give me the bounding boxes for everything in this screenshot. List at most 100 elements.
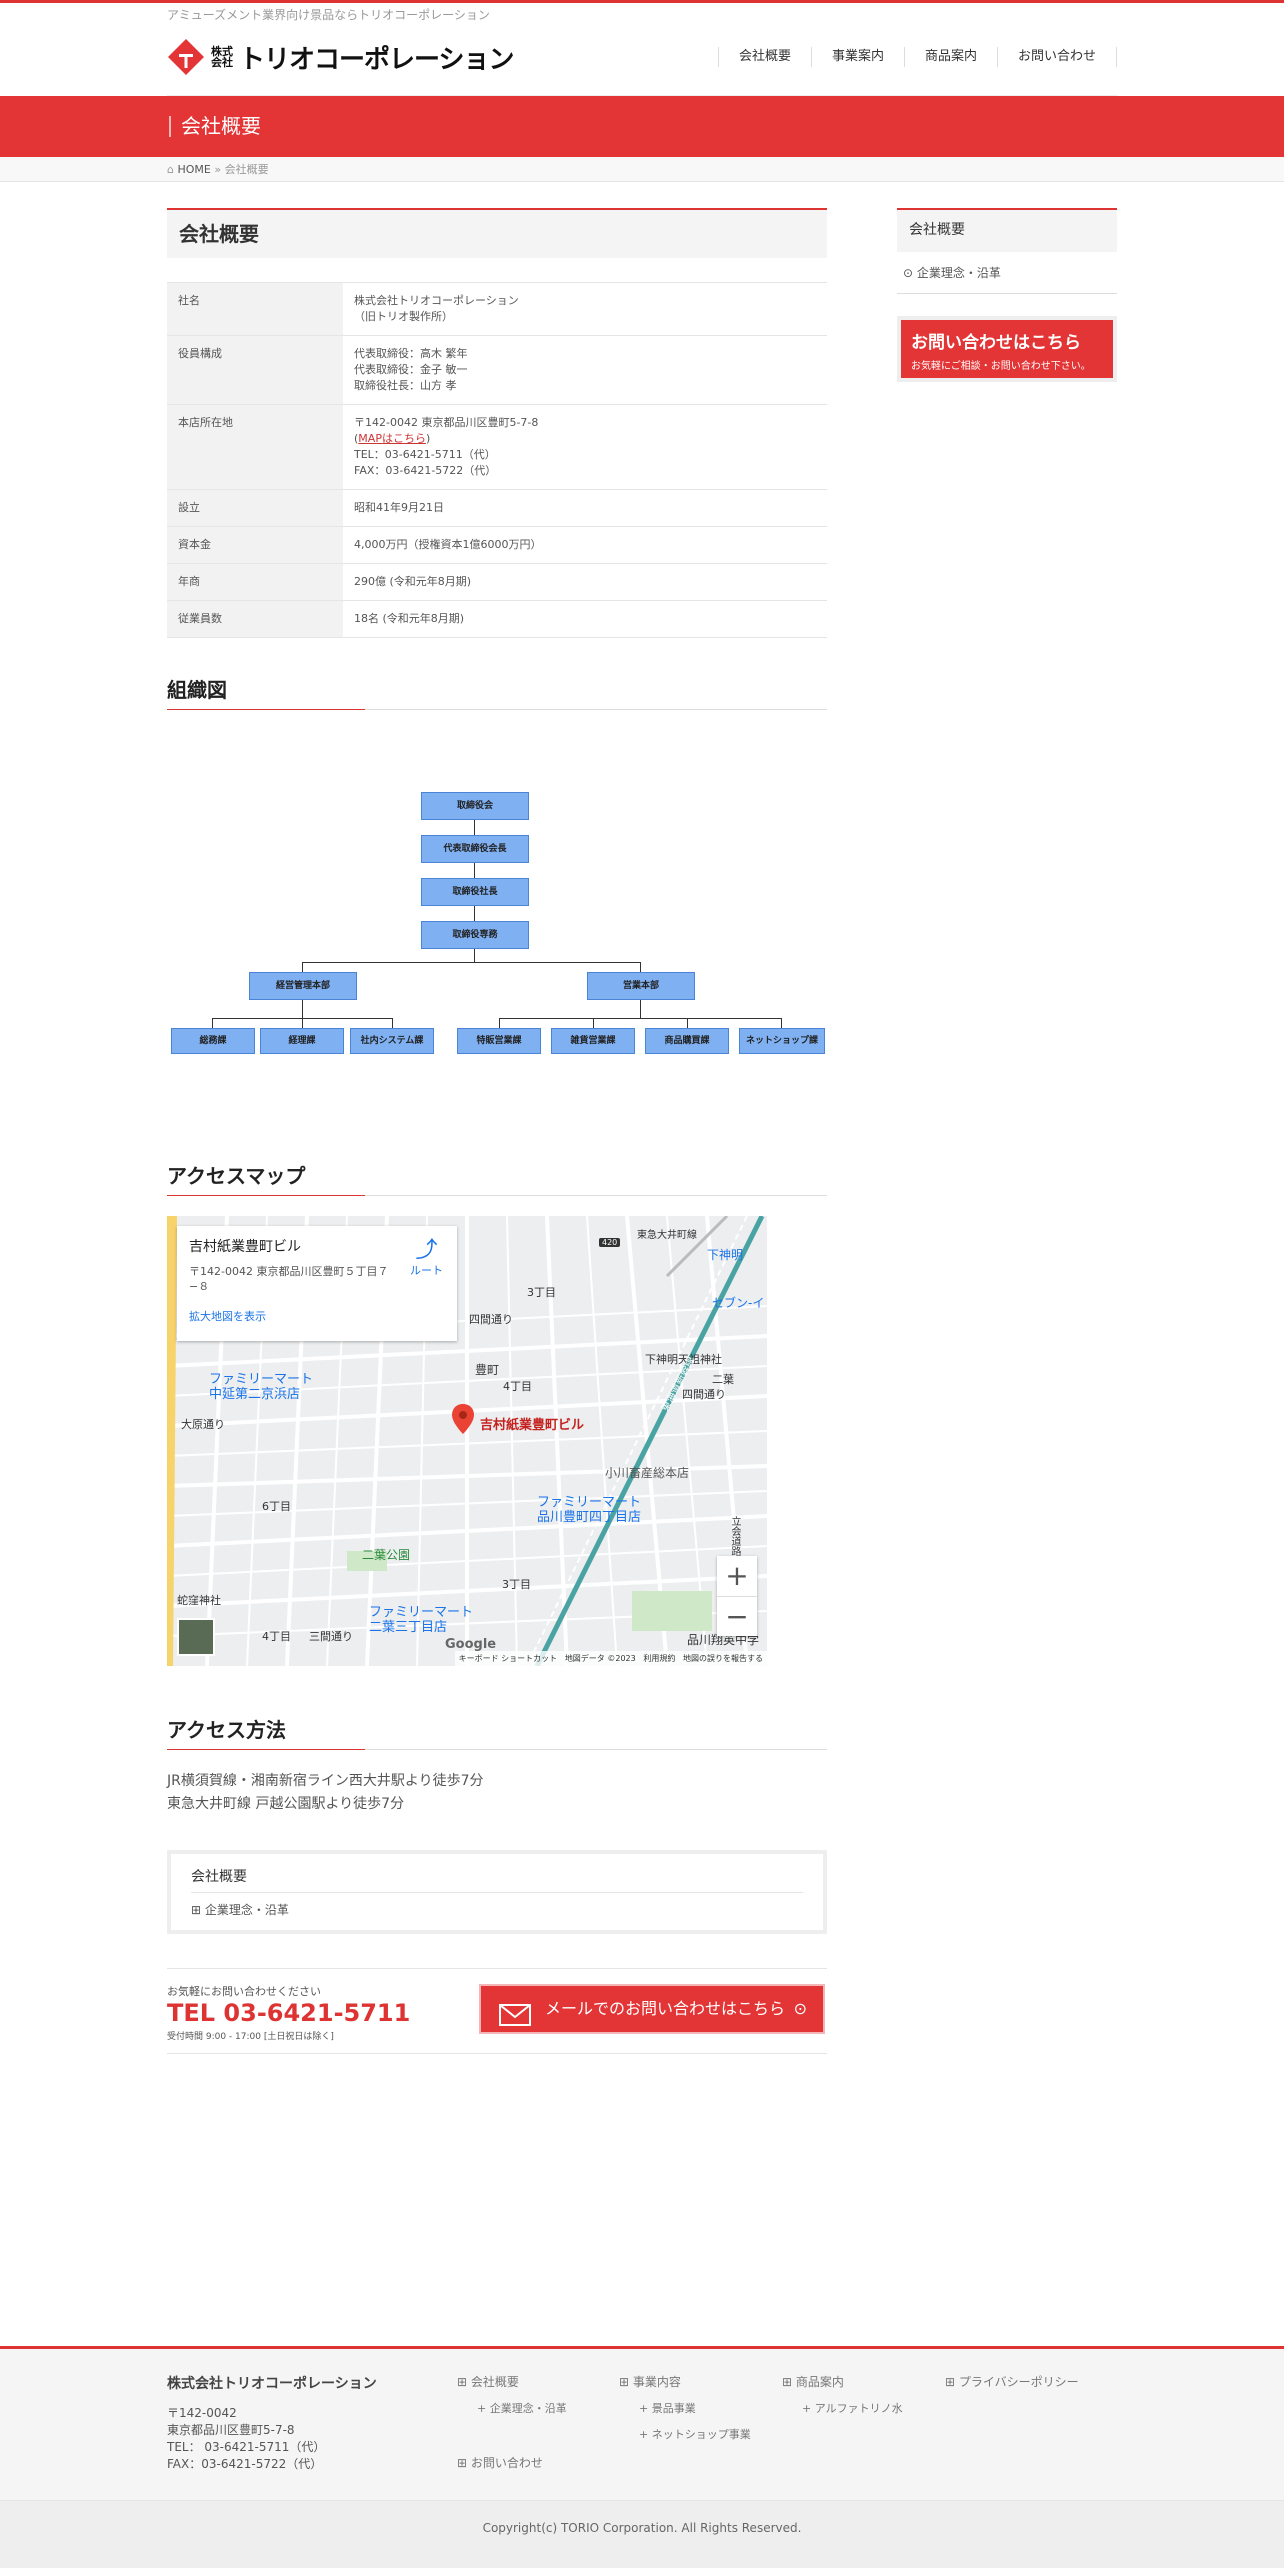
footer-link[interactable]: ⊞ 事業内容 bbox=[619, 2373, 751, 2390]
logo-text: トリオコーポレーション bbox=[239, 44, 514, 75]
table-row: 本店所在地 〒142-0042 東京都品川区豊町5-7-8 (MAPはこちら) TEL… bbox=[167, 404, 827, 490]
mail-contact-button[interactable]: メールでのお問い合わせはこちら ⊙ bbox=[479, 1984, 825, 2034]
map-label: 品川豊町四丁目店 bbox=[537, 1510, 642, 1525]
map-label: 3丁目 bbox=[502, 1578, 531, 1591]
access-map-heading: アクセスマップ bbox=[167, 1160, 827, 1196]
site-logo[interactable]: 株式 会社 トリオコーポレーション bbox=[167, 38, 514, 76]
square-plus-icon: ⊞ bbox=[191, 1903, 202, 1917]
org-president: 取締役社長 bbox=[421, 878, 529, 906]
gnav-contact[interactable]: お問い合わせ bbox=[996, 47, 1117, 67]
row-value: 〒142-0042 東京都品川区豊町5-7-8 (MAPはこちら) TEL：03-6… bbox=[343, 404, 827, 490]
report-error-link[interactable]: 地図の誤りを報告する bbox=[683, 1654, 763, 1663]
org-it: 社内システム課 bbox=[350, 1028, 434, 1054]
map-label: 小川畜産総本店 bbox=[605, 1466, 690, 1480]
map-label: 三間通り bbox=[309, 1630, 353, 1643]
map-zoom-control: + − bbox=[717, 1556, 757, 1636]
zoom-out-button[interactable]: − bbox=[717, 1596, 757, 1636]
access-line: 東急大井町線 戸越公園駅より徒歩7分 bbox=[167, 1796, 405, 1812]
map-data-text: 地図データ ©2023 bbox=[564, 1654, 636, 1663]
map-pin-icon[interactable] bbox=[452, 1404, 474, 1434]
org-accounting: 経理課 bbox=[260, 1028, 344, 1054]
map-link[interactable]: MAPはこちら bbox=[358, 432, 426, 445]
map-label: 下神明 bbox=[707, 1248, 744, 1262]
map-place-name: 吉村紙業豊町ビル bbox=[189, 1239, 301, 1255]
company-info-table: 社名 株式会社トリオコーポレーション （旧トリオ製作所） 役員構成 代表取締役：高木 … bbox=[167, 282, 827, 638]
row-value: 4,000万円（授権資本1億6000万円） bbox=[343, 526, 827, 564]
side-nav-title[interactable]: 会社概要 bbox=[897, 210, 1117, 252]
footer-col-business: ⊞ 事業内容 + 景品事業 + ネットショップ事業 bbox=[619, 2373, 751, 2442]
org-general-affairs: 総務課 bbox=[171, 1028, 255, 1054]
keyboard-shortcuts-link[interactable]: キーボード ショートカット bbox=[459, 1654, 558, 1663]
org-special-sales: 特販営業課 bbox=[457, 1028, 541, 1054]
map-route-button[interactable]: ⤴ ルート bbox=[410, 1240, 443, 1278]
breadcrumb-separator: » bbox=[214, 163, 222, 176]
map-label: 大原通り bbox=[181, 1418, 225, 1431]
org-chart: 取締役会 代表取締役会長 取締役社長 取締役専務 経営管理本部 営業本部 総務課… bbox=[167, 710, 827, 1090]
footer-sublink[interactable]: + ネットショップ事業 bbox=[619, 2416, 751, 2442]
org-senior-director: 取締役専務 bbox=[421, 921, 529, 949]
footer-address: 〒142-0042 東京都品川区豊町5-7-8 TEL： 03-6421-571… bbox=[167, 2406, 326, 2471]
subnav-title[interactable]: 会社概要 bbox=[191, 1866, 803, 1893]
footer-contact-link[interactable]: ⊞ お問い合わせ bbox=[457, 2454, 567, 2471]
map-satellite-toggle[interactable] bbox=[177, 1618, 215, 1656]
map-label: 二葉 bbox=[712, 1373, 734, 1386]
page-subnav: 会社概要 ⊞ 企業理念・沿革 bbox=[167, 1850, 827, 1934]
home-icon: ⌂ bbox=[167, 163, 174, 176]
footer-link[interactable]: ⊞ プライバシーポリシー bbox=[945, 2373, 1079, 2390]
footer-sublink[interactable]: + アルファトリノ水 bbox=[782, 2390, 903, 2416]
banner-main: お問い合わせはこちら bbox=[911, 333, 1081, 353]
table-row: 役員構成 代表取締役：高木 繁年 代表取締役：金子 敏一 取締役社長：山方 孝 bbox=[167, 335, 827, 405]
map-label: 蛇窪神社 bbox=[177, 1594, 221, 1607]
org-purchasing: 商品購買課 bbox=[645, 1028, 729, 1054]
access-info: JR横須賀線・湘南新宿ライン西大井駅より徒歩7分 東急大井町線 戸越公園駅より徒… bbox=[167, 1770, 827, 1816]
footer-sublink[interactable]: + 景品事業 bbox=[619, 2390, 751, 2416]
breadcrumb-current: 会社概要 bbox=[224, 163, 269, 176]
row-value: 18名 (令和元年8月期) bbox=[343, 600, 827, 638]
google-logo: Google bbox=[445, 1637, 497, 1652]
side-nav-item[interactable]: ⊙ 企業理念・沿革 bbox=[897, 252, 1117, 294]
map-label: 東急大井町線 bbox=[637, 1230, 697, 1241]
breadcrumb-home[interactable]: HOME bbox=[177, 163, 210, 176]
map-place-card: 吉村紙業豊町ビル 〒142-0042 東京都品川区豊町５丁目７−８ 拡大地図を表… bbox=[177, 1226, 457, 1341]
contact-bar: お気軽にお問い合わせください TEL 03-6421-5711 受付時間 9:0… bbox=[167, 1968, 827, 2054]
site-header: 株式 会社 トリオコーポレーション 会社概要 事業案内 商品案内 お問い合わせ bbox=[167, 23, 1117, 96]
global-nav: 会社概要 事業案内 商品案内 お問い合わせ bbox=[717, 47, 1117, 67]
map-label: 豊町 bbox=[475, 1363, 500, 1377]
map-label: 6丁目 bbox=[262, 1500, 291, 1513]
gnav-company[interactable]: 会社概要 bbox=[717, 47, 811, 67]
table-row: 設立 昭和41年9月21日 bbox=[167, 489, 827, 527]
map-label: 4丁目 bbox=[262, 1630, 291, 1643]
row-value: 株式会社トリオコーポレーション （旧トリオ製作所） bbox=[343, 282, 827, 336]
google-map[interactable]: 3丁目 東急大井町線 下神明 420 四間通り セブン-イ 豊町 4丁目 下神明… bbox=[167, 1216, 767, 1666]
gnav-products[interactable]: 商品案内 bbox=[903, 47, 997, 67]
row-key: 資本金 bbox=[167, 526, 343, 564]
route-icon: ⤴ bbox=[415, 1238, 438, 1263]
main-column: 会社概要 社名 株式会社トリオコーポレーション （旧トリオ製作所） 役員構成 代表取締… bbox=[167, 208, 827, 2054]
row-key: 社名 bbox=[167, 282, 343, 336]
gnav-business[interactable]: 事業案内 bbox=[810, 47, 904, 67]
header-wrap: アミューズメント業界向け景品ならトリオコーポレーション 株式 会社 トリオコーポレ… bbox=[167, 3, 1117, 96]
org-board: 取締役会 bbox=[421, 792, 529, 820]
row-value: 昭和41年9月21日 bbox=[343, 489, 827, 527]
map-label: 420 bbox=[599, 1238, 621, 1247]
org-heading: 組織図 bbox=[167, 674, 827, 710]
footer-link[interactable]: ⊞ 会社概要 bbox=[457, 2373, 567, 2390]
zoom-in-button[interactable]: + bbox=[717, 1556, 757, 1596]
access-heading: アクセス方法 bbox=[167, 1714, 827, 1750]
logo-mark-icon bbox=[167, 38, 205, 76]
contact-tel[interactable]: TEL 03-6421-5711 bbox=[167, 1999, 410, 2027]
map-larger-link[interactable]: 拡大地図を表示 bbox=[189, 1308, 445, 1324]
footer-link[interactable]: ⊞ 商品案内 bbox=[782, 2373, 903, 2390]
arrow-circle-icon: ⊙ bbox=[793, 1999, 807, 2018]
terms-link[interactable]: 利用規約 bbox=[643, 1654, 675, 1663]
contact-banner[interactable]: お問い合わせはこちら お気軽にご相談・お問い合わせ下さい。 bbox=[897, 316, 1117, 382]
site-footer: 株式会社トリオコーポレーション 〒142-0042 東京都品川区豊町5-7-8 … bbox=[0, 2346, 1284, 2568]
map-attribution: キーボード ショートカット 地図データ ©2023 利用規約 地図の誤りを報告す… bbox=[454, 1651, 767, 1666]
breadcrumb: ⌂ HOME » 会社概要 bbox=[0, 157, 1284, 182]
subnav-item[interactable]: ⊞ 企業理念・沿革 bbox=[191, 1893, 803, 1918]
map-label: 二葉三丁目店 bbox=[369, 1620, 448, 1635]
banner-sub: お気軽にご相談・お問い合わせ下さい。 bbox=[911, 361, 1091, 372]
footer-sublink[interactable]: + 企業理念・沿革 bbox=[457, 2390, 567, 2416]
logo-sub: 株式 会社 bbox=[211, 45, 233, 69]
footer-col-privacy: ⊞ プライバシーポリシー bbox=[945, 2373, 1079, 2390]
